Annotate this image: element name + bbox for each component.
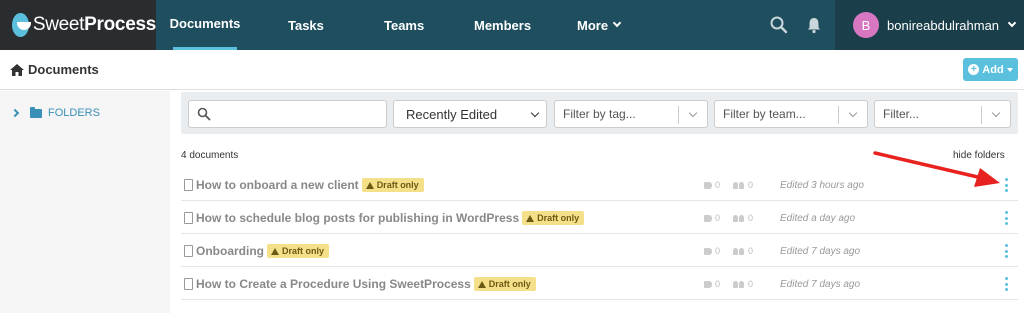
document-row[interactable]: How to Create a Procedure Using SweetPro… bbox=[181, 268, 1018, 300]
home-icon bbox=[10, 63, 24, 76]
tag-icon bbox=[704, 280, 712, 288]
nav-tasks-label: Tasks bbox=[288, 17, 324, 33]
nav-members-label: Members bbox=[474, 17, 532, 33]
draft-badge: Draft only bbox=[361, 178, 424, 192]
document-row[interactable]: How to onboard a new client Draft only 0 … bbox=[181, 169, 1018, 201]
document-row[interactable]: Onboarding Draft only 0 0 Edited 7 days a… bbox=[181, 235, 1018, 267]
member-count: 0 bbox=[733, 213, 753, 223]
logo-text-light: Sweet bbox=[32, 14, 85, 35]
member-count: 0 bbox=[733, 180, 753, 190]
logo-text-bold: Process bbox=[84, 14, 156, 35]
document-icon bbox=[184, 278, 193, 290]
warning-icon bbox=[365, 182, 374, 189]
multi-document-icon bbox=[181, 243, 193, 257]
nav-documents[interactable]: Documents bbox=[170, 0, 240, 50]
caret-down-icon bbox=[1006, 67, 1013, 72]
sort-value: Recently Edited bbox=[406, 106, 498, 122]
tag-filter[interactable]: Filter by tag... bbox=[554, 100, 708, 128]
nav-more[interactable]: More bbox=[577, 0, 622, 50]
nav-teams-label: Teams bbox=[384, 17, 425, 33]
users-icon bbox=[733, 280, 745, 288]
generic-filter[interactable]: Filter... bbox=[874, 100, 1011, 128]
tag-count: 0 bbox=[704, 279, 720, 289]
tag-count: 0 bbox=[704, 180, 720, 190]
edited-time: Edited 3 hours ago bbox=[780, 180, 864, 191]
document-title[interactable]: How to Create a Procedure Using SweetPro… bbox=[196, 277, 471, 291]
sweetprocess-logo[interactable]: SweetProcess bbox=[0, 0, 156, 50]
logo-bowl-icon bbox=[12, 13, 31, 37]
team-filter[interactable]: Filter by team... bbox=[714, 100, 868, 128]
folder-sidebar: FOLDERS bbox=[0, 91, 170, 313]
document-row[interactable]: How to schedule blog posts for publishin… bbox=[181, 202, 1018, 234]
chevron-down-icon bbox=[1007, 18, 1017, 28]
edited-time: Edited 7 days ago bbox=[780, 279, 861, 290]
hide-folders-link[interactable]: hide folders bbox=[953, 150, 1005, 161]
add-button[interactable]: + Add bbox=[963, 58, 1018, 81]
top-navbar: SweetProcess Documents Tasks Teams Membe… bbox=[0, 0, 1024, 50]
edited-time: Edited a day ago bbox=[780, 213, 856, 224]
breadcrumb-label: Documents bbox=[28, 62, 99, 77]
member-count: 0 bbox=[733, 279, 753, 289]
users-icon bbox=[733, 214, 745, 222]
chevron-down-icon bbox=[612, 18, 622, 28]
nav-members[interactable]: Members bbox=[474, 0, 531, 50]
page-header: Documents bbox=[0, 50, 1024, 90]
search-input[interactable] bbox=[188, 100, 387, 128]
users-icon bbox=[733, 181, 745, 189]
draft-badge: Draft only bbox=[473, 277, 536, 291]
breadcrumb[interactable]: Documents bbox=[10, 62, 99, 77]
avatar: B bbox=[853, 12, 879, 38]
draft-badge: Draft only bbox=[267, 244, 330, 258]
member-count: 0 bbox=[733, 246, 753, 256]
edited-time: Edited 7 days ago bbox=[780, 246, 861, 257]
chevron-down-icon bbox=[530, 108, 540, 118]
folder-icon bbox=[30, 106, 42, 118]
nav-more-label: More bbox=[577, 17, 609, 33]
tag-icon bbox=[704, 247, 712, 255]
row-actions-menu[interactable] bbox=[1003, 244, 1009, 258]
tag-count: 0 bbox=[704, 246, 720, 256]
users-icon bbox=[733, 247, 745, 255]
chevron-down-icon bbox=[688, 108, 698, 118]
folders-toggle[interactable]: FOLDERS bbox=[10, 106, 100, 119]
search-icon bbox=[197, 107, 211, 121]
tag-filter-placeholder: Filter by tag... bbox=[563, 107, 636, 121]
folders-label: FOLDERS bbox=[48, 107, 100, 119]
document-icon bbox=[184, 212, 193, 224]
chevron-down-icon bbox=[848, 108, 858, 118]
team-filter-placeholder: Filter by team... bbox=[723, 107, 806, 121]
warning-icon bbox=[271, 248, 279, 255]
plus-circle-icon: + bbox=[968, 64, 980, 75]
chevron-down-icon bbox=[991, 108, 1001, 118]
tag-icon bbox=[704, 181, 712, 189]
multi-document-icon bbox=[181, 177, 193, 191]
user-menu[interactable]: B bonireabdulrahman bbox=[835, 0, 1024, 50]
chevron-right-icon bbox=[10, 108, 20, 118]
warning-icon bbox=[526, 215, 535, 222]
filter-bar: Recently Edited Filter by tag... Filter … bbox=[181, 92, 1018, 134]
document-title[interactable]: How to onboard a new client bbox=[196, 178, 359, 192]
document-title[interactable]: How to schedule blog posts for publishin… bbox=[196, 211, 519, 225]
warning-icon bbox=[477, 281, 486, 288]
row-actions-menu[interactable] bbox=[1003, 211, 1009, 225]
tag-count: 0 bbox=[704, 213, 720, 223]
document-count: 4 documents bbox=[181, 150, 239, 161]
nav-documents-label: Documents bbox=[169, 16, 241, 31]
generic-filter-placeholder: Filter... bbox=[883, 107, 920, 121]
bell-icon[interactable] bbox=[803, 14, 825, 36]
row-actions-menu[interactable] bbox=[1003, 178, 1009, 192]
add-button-label: Add bbox=[982, 63, 1004, 76]
sort-select[interactable]: Recently Edited bbox=[393, 100, 547, 128]
draft-badge: Draft only bbox=[522, 211, 585, 225]
username: bonireabdulrahman bbox=[887, 17, 1000, 33]
nav-tasks[interactable]: Tasks bbox=[288, 0, 324, 50]
nav-teams[interactable]: Teams bbox=[384, 0, 424, 50]
tag-icon bbox=[704, 214, 712, 222]
document-title[interactable]: Onboarding bbox=[196, 244, 264, 258]
search-icon[interactable] bbox=[768, 14, 790, 36]
row-actions-menu[interactable] bbox=[1003, 277, 1009, 291]
